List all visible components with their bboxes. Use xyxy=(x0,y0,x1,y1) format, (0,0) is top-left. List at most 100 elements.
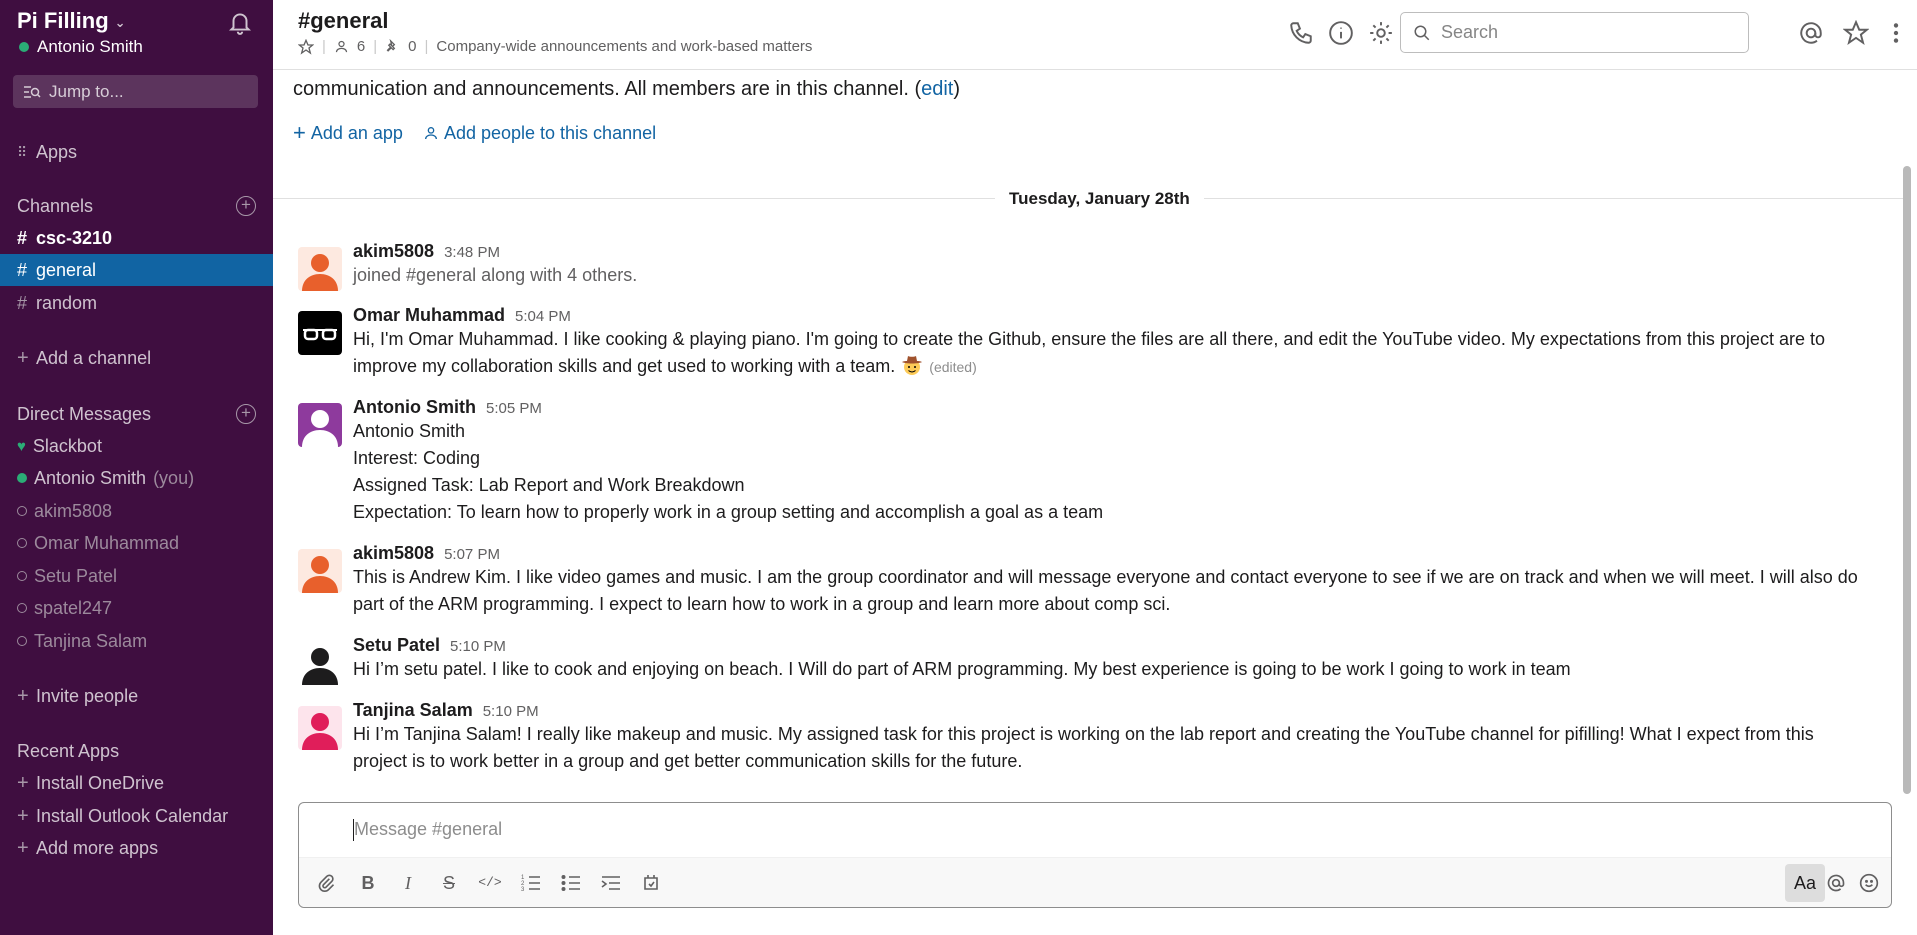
message-text: Hi, I'm Omar Muhammad. I like cooking & … xyxy=(353,329,1825,349)
info-icon[interactable] xyxy=(1328,20,1354,46)
sidebar-item-label: Tanjina Salam xyxy=(34,630,148,651)
jump-to-label: Jump to... xyxy=(49,81,124,101)
bell-icon[interactable] xyxy=(227,9,253,35)
indent-icon[interactable] xyxy=(599,871,623,895)
search-input[interactable]: Search xyxy=(1400,12,1749,53)
formatting-toggle-button[interactable]: Aa xyxy=(1785,864,1825,902)
jump-to-button[interactable]: Jump to... xyxy=(13,75,258,108)
install-onedrive-button[interactable]: + Install OneDrive xyxy=(0,767,273,799)
default-avatar-icon xyxy=(302,556,338,593)
sidebar-item-tanjina-salam[interactable]: Tanjina Salam xyxy=(0,625,273,657)
sidebar-item-spatel247[interactable]: spatel247 xyxy=(0,592,273,624)
mention-icon[interactable] xyxy=(1798,20,1824,46)
jump-to-icon xyxy=(24,85,41,98)
message-header: Omar Muhammad 5:04 PM xyxy=(353,305,1893,326)
sidebar-item-label: csc-3210 xyxy=(36,227,113,248)
sidebar-item-label: akim5808 xyxy=(34,500,113,521)
emoji-icon[interactable] xyxy=(1857,871,1881,895)
message-time[interactable]: 5:05 PM xyxy=(486,400,542,417)
add-channel-plus-icon[interactable]: + xyxy=(236,196,256,216)
ordered-list-icon[interactable]: 123 xyxy=(519,871,543,895)
message-time[interactable]: 5:04 PM xyxy=(515,308,571,325)
plus-icon: + xyxy=(17,804,29,827)
add-app-button[interactable]: + Add an app xyxy=(293,120,403,146)
code-icon[interactable]: </> xyxy=(478,871,502,895)
message-time[interactable]: 3:48 PM xyxy=(444,244,500,261)
italic-icon[interactable]: I xyxy=(396,871,420,895)
sidebar-item-label: Apps xyxy=(36,141,78,162)
workspace-name: Pi Filling xyxy=(17,8,109,33)
add-dm-plus-icon[interactable]: + xyxy=(236,404,256,424)
divider: | xyxy=(322,38,326,55)
star-icon[interactable] xyxy=(1843,20,1869,46)
shortcut-icon[interactable] xyxy=(639,871,663,895)
channels-section-header[interactable]: Channels + xyxy=(0,190,273,222)
sidebar-item-label: general xyxy=(36,259,97,280)
add-more-apps-button[interactable]: + Add more apps xyxy=(0,832,273,864)
member-count[interactable]: 6 xyxy=(357,38,365,55)
workspace-menu[interactable]: Pi Filling ⌄ xyxy=(17,8,126,34)
add-channel-button[interactable]: + Add a channel xyxy=(0,342,273,374)
message-author[interactable]: Setu Patel xyxy=(353,635,440,656)
message-body: Omar Muhammad 5:04 PM Hi, I'm Omar Muham… xyxy=(353,305,1893,381)
message-author[interactable]: Tanjina Salam xyxy=(353,700,473,721)
more-vertical-icon[interactable] xyxy=(1883,20,1909,46)
attachment-icon[interactable] xyxy=(314,871,338,895)
bullet-list-icon[interactable] xyxy=(559,871,583,895)
message-time[interactable]: 5:07 PM xyxy=(444,546,500,563)
offline-status-icon xyxy=(17,571,27,581)
search-placeholder: Search xyxy=(1441,22,1499,42)
message-time[interactable]: 5:10 PM xyxy=(450,638,506,655)
sidebar-item-akim5808[interactable]: akim5808 xyxy=(0,495,273,527)
channel-topic[interactable]: Company-wide announcements and work-base… xyxy=(436,38,812,55)
invite-people-button[interactable]: + Invite people xyxy=(0,680,273,712)
message-author[interactable]: akim5808 xyxy=(353,241,434,262)
pin-count[interactable]: 0 xyxy=(408,38,416,55)
sidebar-item-antonio-smith[interactable]: Antonio Smith (you) xyxy=(0,462,273,494)
message-composer[interactable]: Message #general B I S </> 123 Aa xyxy=(298,802,1892,908)
channel-header: #general | 6 | 0 | Company-wide announce… xyxy=(273,0,1917,70)
composer-toolbar: B I S </> 123 Aa xyxy=(299,857,1891,907)
avatar[interactable] xyxy=(298,403,342,447)
message-author[interactable]: Antonio Smith xyxy=(353,397,476,418)
message-text: Assigned Task: Lab Report and Work Break… xyxy=(353,475,745,495)
mention-icon[interactable] xyxy=(1824,871,1848,895)
message-author[interactable]: akim5808 xyxy=(353,543,434,564)
sidebar-item-slackbot[interactable]: ♥ Slackbot xyxy=(0,430,273,462)
sidebar-item-random[interactable]: # random xyxy=(0,287,273,319)
avatar[interactable] xyxy=(298,311,342,355)
sidebar-item-setu-patel[interactable]: Setu Patel xyxy=(0,560,273,592)
edit-link[interactable]: edit xyxy=(921,78,953,100)
add-people-label: Add people to this channel xyxy=(443,122,657,143)
sidebar-item-apps[interactable]: ⠿ Apps xyxy=(0,136,273,168)
messages-scrollbar[interactable] xyxy=(1903,166,1911,794)
hash-icon: # xyxy=(17,292,28,313)
default-avatar-icon xyxy=(302,648,338,685)
star-icon[interactable] xyxy=(298,38,314,55)
sidebar-item-omar-muhammad[interactable]: Omar Muhammad xyxy=(0,527,273,559)
sidebar-item-label: Install Outlook Calendar xyxy=(36,805,229,826)
default-avatar-icon xyxy=(302,254,338,291)
message-time[interactable]: 5:10 PM xyxy=(483,703,539,720)
message-text: Expectation: To learn how to properly wo… xyxy=(353,502,1104,522)
avatar[interactable] xyxy=(298,641,342,685)
message-input[interactable]: Message #general xyxy=(354,819,502,840)
message-author[interactable]: Omar Muhammad xyxy=(353,305,505,326)
phone-icon[interactable] xyxy=(1288,20,1314,46)
sidebar-item-csc-3210[interactable]: # csc-3210 xyxy=(0,222,273,254)
avatar[interactable] xyxy=(298,549,342,593)
message-header: Setu Patel 5:10 PM xyxy=(353,635,1893,656)
sidebar-item-general[interactable]: # general xyxy=(0,254,273,286)
add-people-button[interactable]: Add people to this channel xyxy=(423,120,656,146)
gear-icon[interactable] xyxy=(1368,20,1394,46)
avatar[interactable] xyxy=(298,247,342,291)
current-user[interactable]: Antonio Smith xyxy=(19,37,143,57)
avatar[interactable] xyxy=(298,706,342,750)
message-text: Hi I’m setu patel. I like to cook and en… xyxy=(353,659,1571,679)
strikethrough-icon[interactable]: S xyxy=(437,871,461,895)
person-icon xyxy=(424,127,437,140)
bold-icon[interactable]: B xyxy=(356,871,380,895)
dm-section-header[interactable]: Direct Messages + xyxy=(0,398,273,430)
channel-title[interactable]: #general xyxy=(298,8,389,34)
install-outlook-calendar-button[interactable]: + Install Outlook Calendar xyxy=(0,800,273,832)
